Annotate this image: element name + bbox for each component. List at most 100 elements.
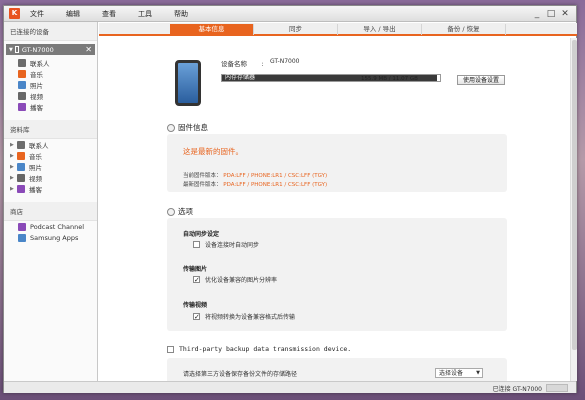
- sidebar-library-item-0-label: 联系人: [29, 141, 49, 150]
- sidebar-device-item-1-label: 音乐: [30, 70, 43, 79]
- tab-1[interactable]: 同步: [254, 24, 338, 35]
- sidebar-device-item-2-label: 照片: [30, 81, 43, 90]
- storage-value: 155.9 MB / 11.07 GB: [361, 76, 418, 82]
- music-icon: [17, 151, 25, 160]
- options-header-label: 选项: [178, 207, 193, 216]
- firmware-current: 当前固件版本： PDA:LFF / PHONE:LR1 / CSC:LFF (T…: [183, 173, 328, 179]
- sidebar-library-item-0[interactable]: ▶ 联系人: [4, 139, 97, 150]
- photos-checkbox[interactable]: ✓: [193, 276, 200, 284]
- tab-2[interactable]: 导入 / 导出: [338, 24, 422, 35]
- disconnect-icon[interactable]: ✕: [85, 44, 92, 55]
- window-controls: _ □ ✕: [530, 7, 572, 21]
- firmware-latest-message: 这是最新的固件。: [183, 147, 243, 156]
- maximize-icon[interactable]: □: [544, 7, 558, 21]
- sidebar-section-store: 商店: [4, 202, 97, 221]
- sidebar-store-item-1-label: Samsung Apps: [30, 233, 79, 242]
- music-icon: [18, 69, 26, 78]
- firmware-latest: 最新固件版本： PDA:LFF / PHONE:LR1 / CSC:LFF (T…: [183, 182, 328, 188]
- menu-view[interactable]: 查看: [102, 9, 116, 19]
- sidebar-device-item-4-label: 播客: [30, 103, 43, 112]
- firmware-header-label: 固件信息: [178, 123, 208, 132]
- vertical-scrollbar[interactable]: [570, 38, 577, 381]
- sidebar-library-item-3[interactable]: ▶ 视频: [4, 172, 97, 183]
- tab-0[interactable]: 基本信息: [170, 24, 254, 35]
- sidebar-device[interactable]: ▼ GT-N7000 ✕: [6, 44, 95, 55]
- third-party-option[interactable]: Third-party backup data transmission dev…: [167, 345, 351, 353]
- menu-edit[interactable]: 编辑: [66, 9, 80, 19]
- options-panel: 自动同步设定 设备连接时自动同步 传输图片 ✓ 优化设备兼容的图片分辨率 传输视…: [167, 218, 507, 331]
- sidebar-store-item-0[interactable]: Podcast Channel: [4, 221, 97, 232]
- sidebar-device-item-3[interactable]: 视频: [4, 90, 97, 101]
- expand-arrow-icon[interactable]: ▼: [9, 47, 13, 53]
- sidebar-library-item-4[interactable]: ▶ 播客: [4, 183, 97, 194]
- sidebar-store-item-1[interactable]: Samsung Apps: [4, 232, 97, 243]
- video-checkbox[interactable]: ✓: [193, 313, 200, 321]
- titlebar: K 文件 编辑 查看 工具 帮助 _ □ ✕: [4, 6, 576, 22]
- third-party-checkbox[interactable]: [167, 345, 174, 353]
- expand-arrow-icon[interactable]: ▶: [10, 142, 16, 148]
- chevron-down-icon: ▼: [476, 370, 480, 376]
- contacts-icon: [17, 140, 25, 149]
- phone-icon: [14, 46, 19, 53]
- sidebar-library-item-2-label: 照片: [29, 163, 42, 172]
- expand-arrow-icon[interactable]: ▶: [10, 186, 16, 192]
- menu-file[interactable]: 文件: [30, 9, 44, 19]
- sidebar-device-item-0-label: 联系人: [30, 59, 50, 68]
- sidebar-device-item-4[interactable]: 播客: [4, 101, 97, 112]
- podcast-icon: [18, 102, 26, 111]
- expand-arrow-icon[interactable]: ▶: [10, 153, 16, 159]
- firmware-panel: 这是最新的固件。 当前固件版本： PDA:LFF / PHONE:LR1 / C…: [167, 134, 507, 192]
- expand-arrow-icon[interactable]: ▶: [10, 164, 16, 170]
- menu-help[interactable]: 帮助: [174, 9, 188, 19]
- storage-label: 内存存储器: [225, 74, 256, 81]
- sidebar-section-devices: 已连接的设备: [4, 22, 97, 41]
- expand-arrow-icon[interactable]: ▶: [10, 175, 16, 181]
- status-text: 已连接 GT-N7000: [492, 386, 542, 393]
- device-phone-icon: [175, 60, 201, 106]
- video-icon: [18, 91, 26, 100]
- sidebar-device-item-3-label: 视频: [30, 92, 43, 101]
- video-icon: [17, 173, 25, 182]
- device-name-value: GT-N7000: [270, 58, 300, 65]
- option-video[interactable]: ✓ 将视频转换为设备兼容格式后传输: [193, 312, 295, 321]
- menu-tools[interactable]: 工具: [138, 9, 152, 19]
- device-name-label: 设备名称 :: [221, 60, 264, 68]
- use-device-settings-button[interactable]: 使用设备设置: [457, 75, 505, 85]
- photo-icon: [17, 162, 25, 171]
- app-window: K 文件 编辑 查看 工具 帮助 _ □ ✕ 已连接的设备 ▼ GT-N7000…: [3, 5, 577, 393]
- photo-icon: [18, 80, 26, 89]
- option-autosync[interactable]: 设备连接时自动同步: [193, 240, 259, 249]
- option-title-autosync: 自动同步设定: [183, 231, 220, 238]
- close-icon[interactable]: ✕: [558, 7, 572, 21]
- sidebar-device-item-1[interactable]: 音乐: [4, 68, 97, 79]
- tab-bar: 基本信息 同步 导入 / 导出 备份 / 恢复: [99, 23, 577, 36]
- contacts-icon: [18, 58, 26, 67]
- sidebar-device-name: GT-N7000: [21, 45, 54, 54]
- minimize-icon[interactable]: _: [530, 7, 544, 21]
- device-select[interactable]: 选择设备 ▼: [435, 368, 483, 378]
- options-icon: [167, 207, 175, 216]
- sidebar-library-item-1-label: 音乐: [29, 152, 42, 161]
- sidebar-device-item-2[interactable]: 照片: [4, 79, 97, 90]
- tab-3[interactable]: 备份 / 恢复: [422, 24, 506, 35]
- sidebar-device-item-0[interactable]: 联系人: [4, 57, 97, 68]
- options-header: 选项: [167, 206, 193, 217]
- main-content: 设备名称 : GT-N7000 内存存储器 155.9 MB / 11.07 G…: [99, 38, 569, 381]
- podcast-channel-icon: [18, 222, 26, 231]
- status-indicator: [546, 384, 568, 392]
- option-title-photos: 传输图片: [183, 266, 208, 273]
- podcast-icon: [17, 184, 25, 193]
- firmware-header: 固件信息: [167, 122, 208, 133]
- samsung-apps-icon: [18, 233, 26, 242]
- info-icon: [167, 123, 175, 132]
- sidebar-library-item-2[interactable]: ▶ 照片: [4, 161, 97, 172]
- sidebar-store-item-0-label: Podcast Channel: [30, 222, 85, 231]
- status-bar: 已连接 GT-N7000: [4, 381, 576, 393]
- option-photos[interactable]: ✓ 优化设备兼容的图片分辨率: [193, 275, 277, 284]
- scrollbar-thumb[interactable]: [572, 40, 577, 350]
- app-logo-icon: K: [9, 8, 20, 19]
- option-title-video: 传输视频: [183, 302, 208, 309]
- autosync-checkbox[interactable]: [193, 241, 200, 248]
- sidebar-library-item-1[interactable]: ▶ 音乐: [4, 150, 97, 161]
- sidebar-library-item-4-label: 播客: [29, 185, 42, 194]
